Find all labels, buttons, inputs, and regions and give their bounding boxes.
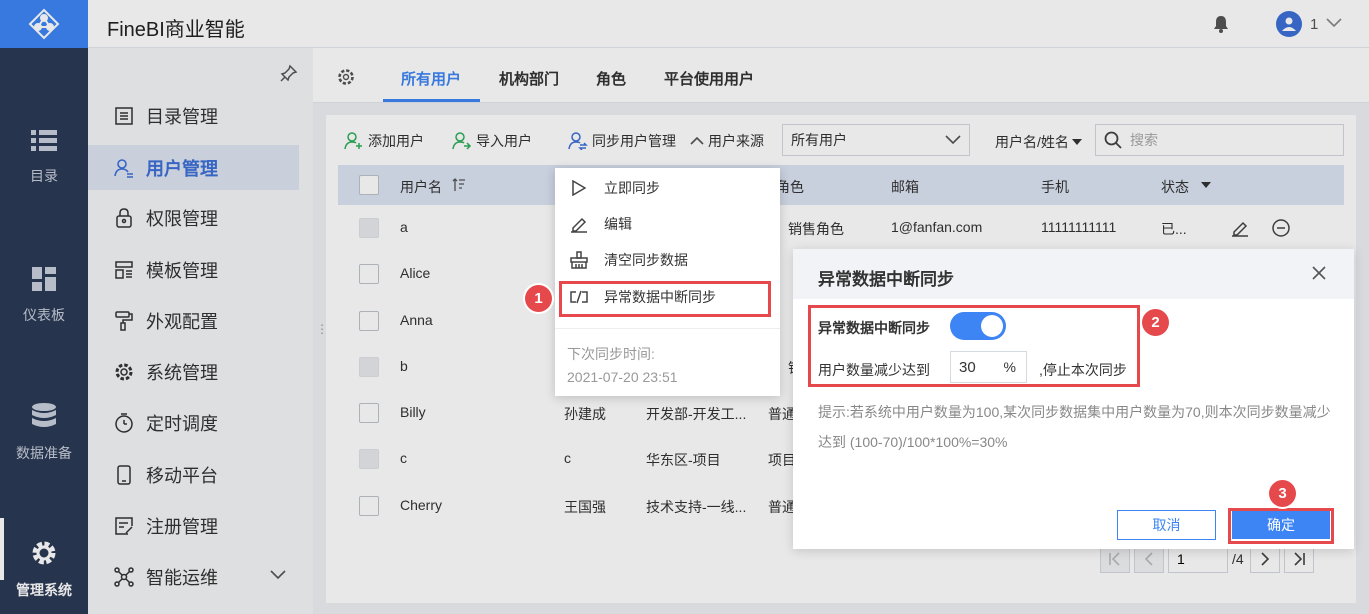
callout-highlight-1 <box>559 281 771 317</box>
abnormal-data-break-dialog: 异常数据中断同步 异常数据中断同步 用户数量减少达到 % ,停止本次同步 提示:… <box>793 249 1354 549</box>
callout-badge-3: 3 <box>1269 480 1296 507</box>
callout-badge-1: 1 <box>525 285 552 312</box>
dialog-title: 异常数据中断同步 <box>818 270 954 289</box>
close-icon[interactable] <box>1312 266 1326 280</box>
callout-badge-2: 2 <box>1142 309 1169 336</box>
callout-highlight-3 <box>1228 508 1334 544</box>
clear-icon <box>567 251 591 269</box>
next-sync-label: 下次同步时间: <box>567 346 655 362</box>
menu-item-clear-sync-data[interactable]: 清空同步数据 <box>555 242 780 278</box>
dialog-header: 异常数据中断同步 <box>793 249 1354 299</box>
pencil-icon <box>567 215 591 233</box>
callout-highlight-2 <box>808 305 1140 387</box>
menu-item-sync-now[interactable]: 立即同步 <box>555 170 780 206</box>
cancel-button[interactable]: 取消 <box>1117 510 1216 540</box>
menu-divider <box>555 328 780 329</box>
play-icon <box>567 180 591 196</box>
menu-item-edit[interactable]: 编辑 <box>555 206 780 242</box>
hint-text: 提示:若系统中用户数量为100,某次同步数据集中用户数量为70,则本次同步数量减… <box>818 404 1331 450</box>
next-sync-time: 2021-07-20 23:51 <box>567 369 678 385</box>
